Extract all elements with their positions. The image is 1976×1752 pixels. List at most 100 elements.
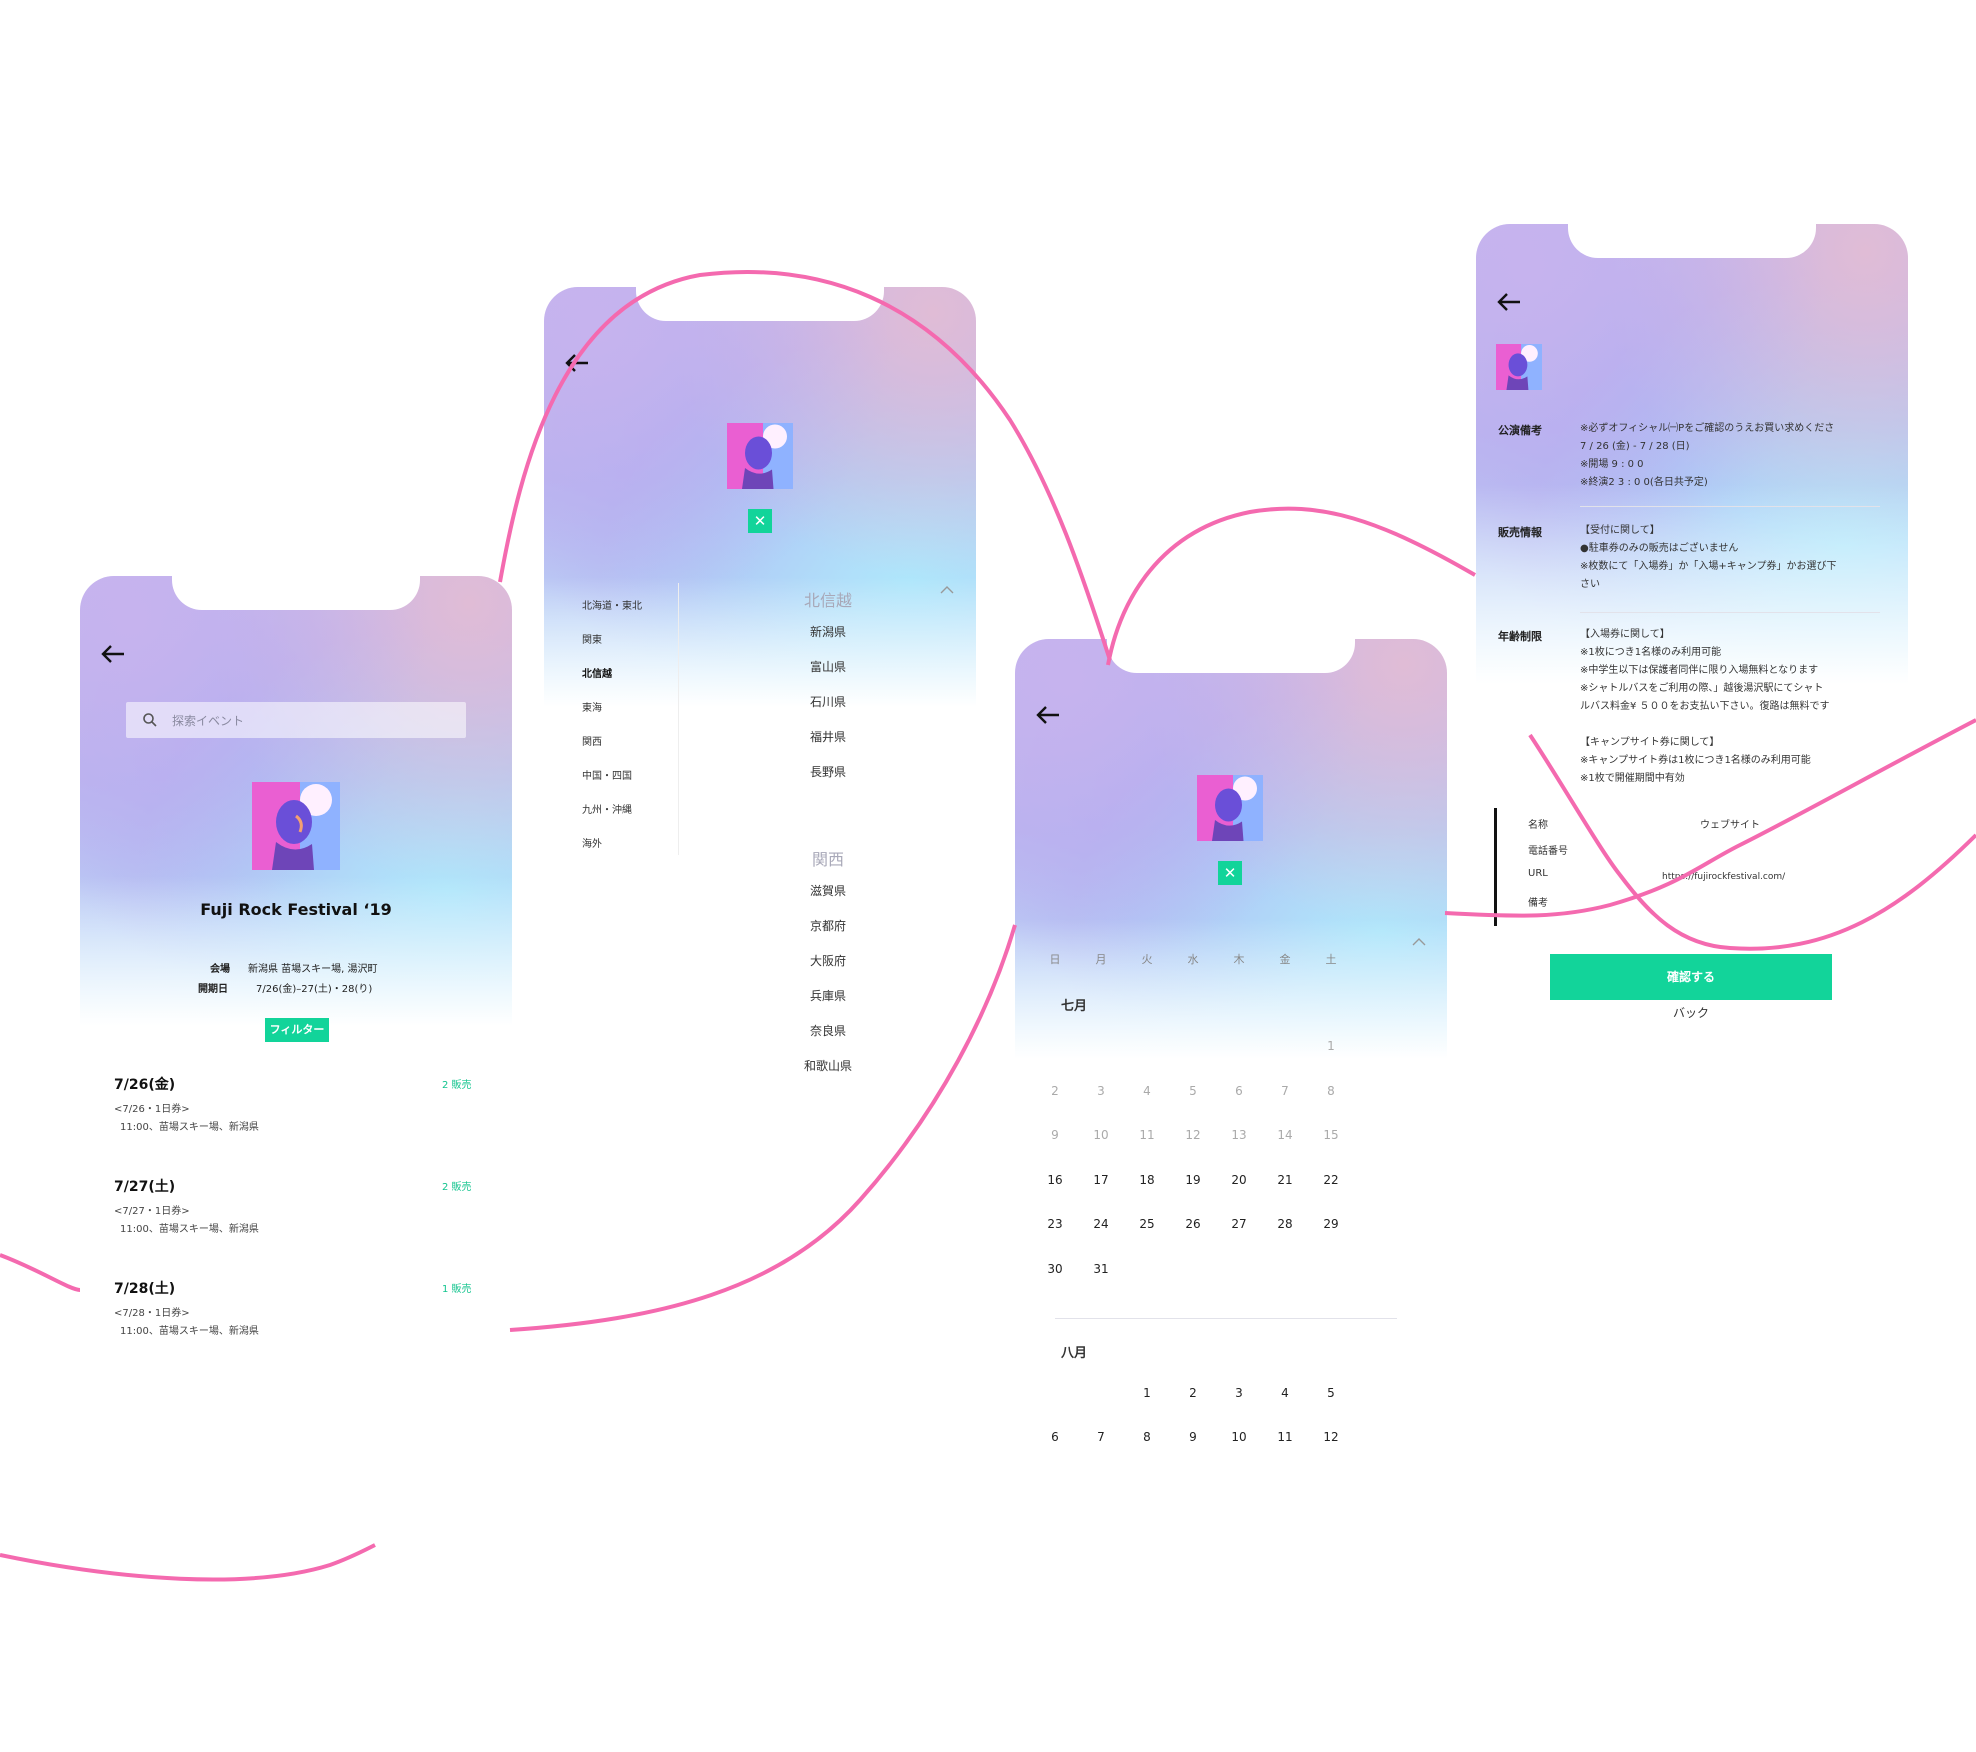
weekday-label: 金 [1279,953,1291,966]
event-detail: 11:00、苗場スキー場、新潟県 [120,1122,259,1133]
calendar-day[interactable]: 6 [1224,1084,1254,1098]
sale-badge: 2 販売 [442,1182,472,1193]
calendar-day[interactable]: 24 [1086,1217,1116,1231]
calendar-day[interactable]: 1 [1132,1386,1162,1400]
search-input[interactable]: 探索イベント [126,702,466,738]
prefecture-item[interactable]: 長野県 [678,763,978,780]
prefecture-item[interactable]: 奈良県 [678,1022,978,1039]
info-label-note: 備考 [1528,898,1548,909]
calendar-screen: ✕ 日月火水木金土七月 1 2 3 4 5 6 7 8 9 10 11 12 13 14 15 16 17 18 19… [1015,639,1447,1579]
calendar-day[interactable]: 5 [1178,1084,1208,1098]
event-ticket: <7/28・1日券> [114,1308,190,1319]
calendar-day[interactable]: 26 [1178,1217,1208,1231]
calendar-day[interactable]: 9 [1040,1128,1070,1142]
calendar-day[interactable]: 25 [1132,1217,1162,1231]
calendar-day[interactable]: 8 [1132,1430,1162,1444]
calendar-day[interactable]: 12 [1316,1430,1346,1444]
region-nav-item[interactable]: 東海 [582,699,602,714]
calendar-day[interactable]: 31 [1086,1262,1116,1276]
section-label: 年齢制限 [1498,630,1542,643]
region-nav-item[interactable]: 海外 [582,835,602,850]
region-nav-item[interactable]: 北信越 [582,665,612,680]
calendar-day[interactable]: 3 [1086,1084,1116,1098]
region-nav-item[interactable]: 関東 [582,631,602,646]
calendar-day[interactable]: 16 [1040,1173,1070,1187]
back-arrow-icon[interactable] [1496,292,1522,312]
month-label: 七月 [1061,999,1088,1014]
region-nav-item[interactable]: 中国・四国 [582,767,632,782]
calendar-day[interactable]: 14 [1270,1128,1300,1142]
region-nav-item[interactable]: 関西 [582,733,602,748]
event-artwork [252,782,340,870]
detail-screen: 公演備考 ※必ずオフィシャル㈠Pをご確認のうえお買い求めくださ 7 / 26 (… [1476,224,1908,1154]
prefecture-item[interactable]: 石川県 [678,693,978,710]
region-filter-screen: ✕ 北海道・東北 関東 北信越 東海 関西 中国・四国 九州・沖縄 海外 北信越 新潟県 富山県石… [544,287,976,1197]
event-date: 7/27(土) [114,1179,176,1195]
calendar-day[interactable]: 23 [1040,1217,1070,1231]
event-artwork [727,423,793,489]
calendar-day[interactable]: 11 [1132,1128,1162,1142]
phone-notch [1107,639,1355,673]
back-arrow-icon[interactable] [564,353,590,373]
calendar-day[interactable]: 3 [1224,1386,1254,1400]
section-divider [1580,506,1880,507]
calendar-day[interactable]: 11 [1270,1430,1300,1444]
calendar-day[interactable]: 2 [1040,1084,1070,1098]
prefecture-item[interactable]: 新潟県 [678,623,978,640]
filter-button[interactable]: フィルター [265,1018,329,1042]
calendar-day[interactable]: 7 [1086,1430,1116,1444]
calendar-day[interactable]: 9 [1178,1430,1208,1444]
calendar-day[interactable]: 8 [1316,1084,1346,1098]
calendar-day[interactable]: 30 [1040,1262,1070,1276]
info-label-phone: 電話番号 [1528,846,1568,857]
calendar-day[interactable]: 17 [1086,1173,1116,1187]
calendar-day[interactable]: 4 [1132,1084,1162,1098]
month-label: 八月 [1061,1345,1088,1361]
confirm-button[interactable]: 確認する [1550,954,1832,1000]
prefecture-item[interactable]: 京都府 [678,917,978,934]
calendar-day[interactable]: 2 [1178,1386,1208,1400]
calendar-day[interactable]: 15 [1316,1128,1346,1142]
calendar-day[interactable]: 10 [1224,1430,1254,1444]
calendar-day[interactable]: 28 [1270,1217,1300,1231]
prefecture-item[interactable]: 兵庫県 [678,987,978,1004]
calendar-day[interactable]: 19 [1178,1173,1208,1187]
calendar-day[interactable]: 27 [1224,1217,1254,1231]
close-icon[interactable]: ✕ [1218,861,1242,885]
prefecture-item[interactable]: 滋賀県 [678,882,978,899]
calendar-day[interactable]: 4 [1270,1386,1300,1400]
region-nav-item[interactable]: 北海道・東北 [582,597,642,612]
region-nav-item[interactable]: 九州・沖縄 [582,801,632,816]
prefecture-item[interactable]: 大阪府 [678,952,978,969]
calendar-day[interactable]: 18 [1132,1173,1162,1187]
calendar-day[interactable]: 10 [1086,1128,1116,1142]
prefecture-item[interactable]: 富山県 [678,658,978,675]
chevron-up-icon[interactable] [1412,937,1426,947]
calendar-day[interactable]: 5 [1316,1386,1346,1400]
close-icon[interactable]: ✕ [748,509,772,533]
prefecture-item[interactable]: 福井県 [678,728,978,745]
info-bar [1494,808,1497,926]
calendar-day[interactable]: 6 [1040,1430,1070,1444]
info-value-url[interactable]: https://fujirockfestival.com/ [1662,872,1785,882]
prefecture-item[interactable]: 和歌山県 [678,1057,978,1074]
back-arrow-icon[interactable] [100,644,126,664]
event-ticket: <7/26・1日券> [114,1104,190,1115]
calendar-day[interactable]: 20 [1224,1173,1254,1187]
event-list-screen: 探索イベント Fuji Rock Festival ‘19 会場 新潟県 苗場ス… [80,576,512,1476]
calendar-day[interactable]: 1 [1316,1039,1346,1053]
back-link[interactable]: バック [1476,1004,1906,1021]
month-divider [1055,1317,1397,1319]
calendar-day[interactable]: 13 [1224,1128,1254,1142]
venue-label: 会場 [210,964,230,975]
back-arrow-icon[interactable] [1035,705,1061,725]
calendar-day[interactable]: 22 [1316,1173,1346,1187]
calendar-day[interactable]: 12 [1178,1128,1208,1142]
calendar-day[interactable]: 21 [1270,1173,1300,1187]
section-label: 公演備考 [1498,424,1542,437]
calendar-day[interactable]: 29 [1316,1217,1346,1231]
info-value-name: ウェブサイト [1700,820,1760,831]
calendar-day[interactable]: 7 [1270,1084,1300,1098]
weekday-label: 火 [1141,953,1153,966]
venue-value: 新潟県 苗場スキー場, 湯沢町 [248,964,378,975]
